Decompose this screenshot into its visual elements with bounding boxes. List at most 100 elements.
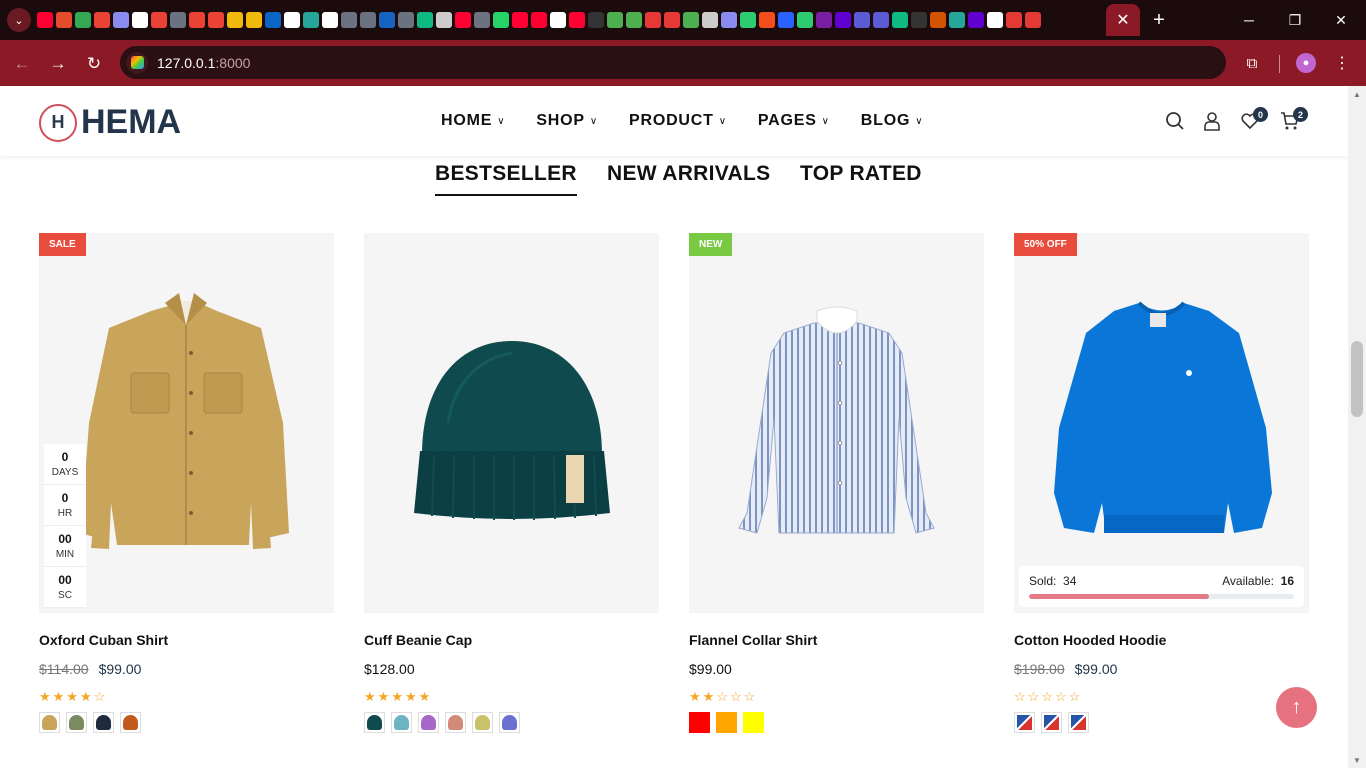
pinned-tab-favicon[interactable] xyxy=(740,12,756,28)
minimize-button[interactable]: ─ xyxy=(1226,0,1272,40)
color-swatch[interactable] xyxy=(689,712,710,733)
account-icon[interactable] xyxy=(1201,110,1223,132)
pinned-tab-favicon[interactable] xyxy=(930,12,946,28)
pinned-tab-favicon[interactable] xyxy=(759,12,775,28)
pinned-tab-favicon[interactable] xyxy=(436,12,452,28)
pinned-tab-favicon[interactable] xyxy=(246,12,262,28)
page-scrollbar[interactable] xyxy=(1348,86,1366,768)
pinned-tab-favicon[interactable] xyxy=(854,12,870,28)
url-text[interactable]: 127.0.0.1:8000 xyxy=(157,55,250,71)
pinned-tab-favicon[interactable] xyxy=(341,12,357,28)
pinned-tab-favicon[interactable] xyxy=(816,12,832,28)
pinned-tab-favicon[interactable] xyxy=(265,12,281,28)
product-card[interactable]: NEW Flannel Collar Shirt $99.00 ★★☆☆☆ xyxy=(689,233,984,733)
nav-blog[interactable]: BLOG ∨ xyxy=(861,112,924,130)
color-swatch[interactable] xyxy=(472,712,493,733)
pinned-tab-favicon[interactable] xyxy=(987,12,1003,28)
pinned-tab-favicon[interactable] xyxy=(113,12,129,28)
browser-menu-icon[interactable]: ⋮ xyxy=(1332,52,1352,74)
product-card[interactable]: Cuff Beanie Cap $128.00 ★★★★★ xyxy=(364,233,659,733)
scroll-to-top-button[interactable]: ↑ xyxy=(1276,687,1317,728)
pinned-tab-favicon[interactable] xyxy=(664,12,680,28)
pinned-tab-favicon[interactable] xyxy=(322,12,338,28)
pinned-tab-favicon[interactable] xyxy=(75,12,91,28)
color-swatch[interactable] xyxy=(716,712,737,733)
color-swatch[interactable] xyxy=(93,712,114,733)
restore-button[interactable]: ❐ xyxy=(1272,0,1318,40)
nav-home[interactable]: HOME ∨ xyxy=(441,112,505,130)
pinned-tab-favicon[interactable] xyxy=(1006,12,1022,28)
tab-search-button[interactable]: ⌄ xyxy=(7,8,31,32)
product-image[interactable]: SALE 0 DAYS 0 HR 00 MIN 00 SC xyxy=(39,233,334,613)
pinned-tab-favicon[interactable] xyxy=(892,12,908,28)
pinned-tab-favicon[interactable] xyxy=(417,12,433,28)
product-name[interactable]: Flannel Collar Shirt xyxy=(689,632,984,648)
site-info-icon[interactable] xyxy=(126,51,148,74)
pinned-tab-favicon[interactable] xyxy=(911,12,927,28)
new-tab-button[interactable]: + xyxy=(1147,8,1171,32)
nav-pages[interactable]: PAGES ∨ xyxy=(758,112,830,130)
extensions-icon[interactable]: ⧉ xyxy=(1241,52,1263,74)
scrollbar-thumb[interactable] xyxy=(1351,341,1363,417)
pinned-tab-favicon[interactable] xyxy=(493,12,509,28)
close-icon[interactable]: ✕ xyxy=(1116,10,1129,30)
pinned-tab-favicon[interactable] xyxy=(797,12,813,28)
pinned-tab-favicon[interactable] xyxy=(37,12,53,28)
pinned-tab-favicon[interactable] xyxy=(360,12,376,28)
color-swatch[interactable] xyxy=(1014,712,1035,733)
product-name[interactable]: Cotton Hooded Hoodie xyxy=(1014,632,1309,648)
pinned-tab-favicon[interactable] xyxy=(284,12,300,28)
pinned-tab-favicon[interactable] xyxy=(607,12,623,28)
color-swatch[interactable] xyxy=(391,712,412,733)
pinned-tab-favicon[interactable] xyxy=(645,12,661,28)
color-swatch[interactable] xyxy=(39,712,60,733)
color-swatch[interactable] xyxy=(364,712,385,733)
color-swatch[interactable] xyxy=(743,712,764,733)
scroll-down-arrow[interactable]: ▼ xyxy=(1351,756,1363,766)
forward-button[interactable]: → xyxy=(46,52,70,76)
color-swatch[interactable] xyxy=(66,712,87,733)
pinned-tab-favicon[interactable] xyxy=(227,12,243,28)
pinned-tab-favicon[interactable] xyxy=(968,12,984,28)
pinned-tab-favicon[interactable] xyxy=(151,12,167,28)
pinned-tab-favicon[interactable] xyxy=(778,12,794,28)
tab-top-rated[interactable]: TOP RATED xyxy=(800,162,922,186)
pinned-tab-favicon[interactable] xyxy=(379,12,395,28)
pinned-tab-favicon[interactable] xyxy=(132,12,148,28)
pinned-tab-favicon[interactable] xyxy=(588,12,604,28)
product-image[interactable]: NEW xyxy=(689,233,984,613)
pinned-tab-favicon[interactable] xyxy=(835,12,851,28)
active-tab[interactable]: ✕ xyxy=(1106,4,1140,36)
window-close-button[interactable]: ✕ xyxy=(1318,0,1364,40)
pinned-tab-favicon[interactable] xyxy=(683,12,699,28)
pinned-tab-favicon[interactable] xyxy=(455,12,471,28)
profile-avatar[interactable]: ● xyxy=(1296,53,1316,73)
tab-new-arrivals[interactable]: NEW ARRIVALS xyxy=(607,162,770,186)
tab-bestseller[interactable]: BESTSELLER xyxy=(435,162,577,196)
pinned-tab-favicon[interactable] xyxy=(531,12,547,28)
pinned-tab-favicon[interactable] xyxy=(550,12,566,28)
reload-button[interactable]: ↻ xyxy=(82,52,106,76)
nav-product[interactable]: PRODUCT ∨ xyxy=(629,112,727,130)
address-bar[interactable]: 127.0.0.1:8000 xyxy=(120,46,1226,79)
product-image[interactable] xyxy=(364,233,659,613)
color-swatch[interactable] xyxy=(1068,712,1089,733)
back-button[interactable]: ← xyxy=(10,52,34,76)
pinned-tab-favicon[interactable] xyxy=(56,12,72,28)
color-swatch[interactable] xyxy=(1041,712,1062,733)
scroll-up-arrow[interactable]: ▲ xyxy=(1351,90,1363,100)
color-swatch[interactable] xyxy=(418,712,439,733)
product-name[interactable]: Oxford Cuban Shirt xyxy=(39,632,334,648)
site-logo[interactable]: H HEMA xyxy=(39,103,181,142)
pinned-tab-favicon[interactable] xyxy=(303,12,319,28)
color-swatch[interactable] xyxy=(120,712,141,733)
product-name[interactable]: Cuff Beanie Cap xyxy=(364,632,659,648)
pinned-tab-favicon[interactable] xyxy=(94,12,110,28)
pinned-tab-favicon[interactable] xyxy=(569,12,585,28)
pinned-tab-favicon[interactable] xyxy=(398,12,414,28)
pinned-tab-favicon[interactable] xyxy=(949,12,965,28)
pinned-tab-favicon[interactable] xyxy=(873,12,889,28)
pinned-tab-favicon[interactable] xyxy=(512,12,528,28)
pinned-tab-favicon[interactable] xyxy=(1025,12,1041,28)
product-image[interactable]: 50% OFF Sold: 34 Available: 16 xyxy=(1014,233,1309,613)
